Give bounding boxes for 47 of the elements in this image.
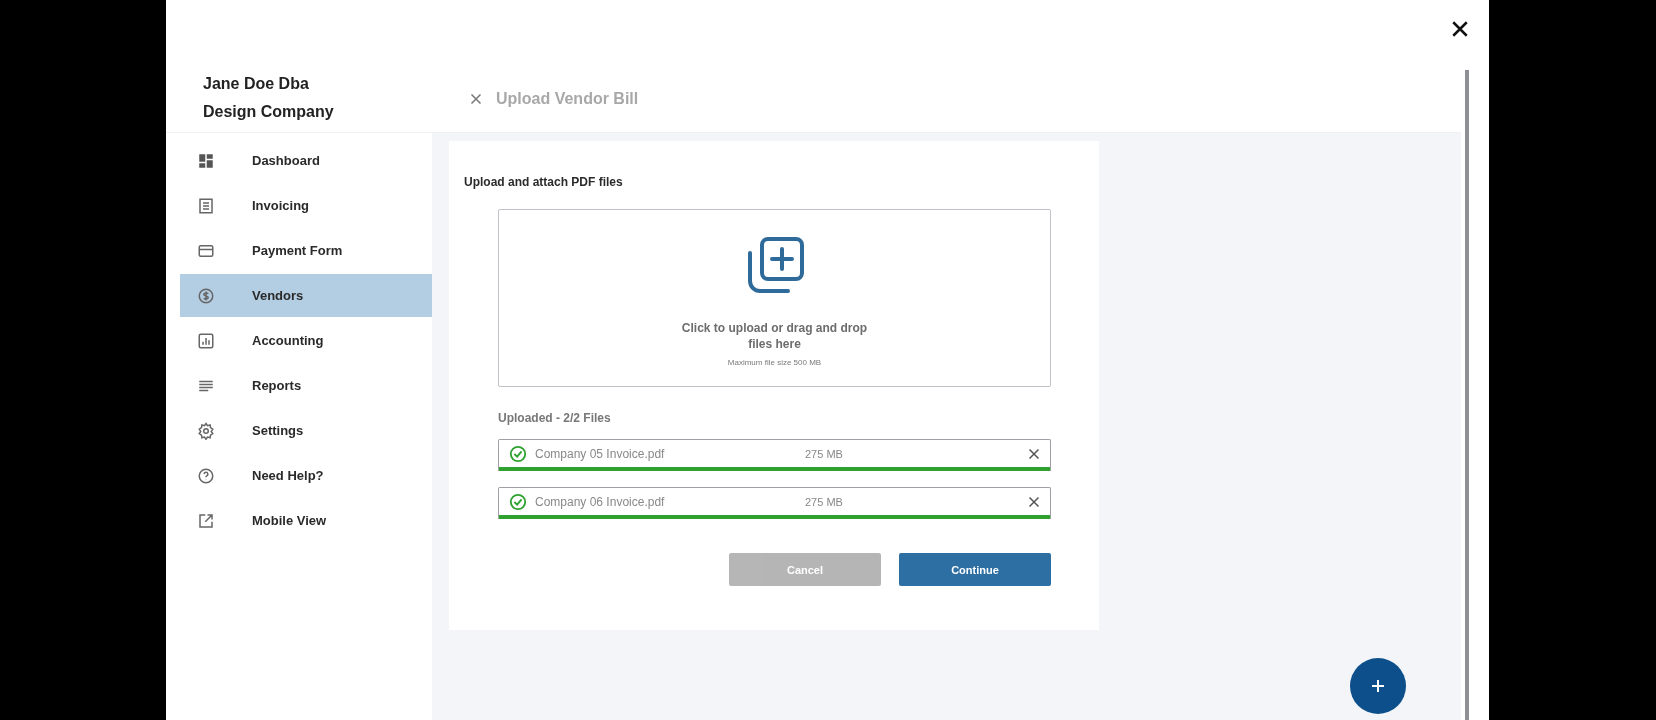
close-icon — [470, 93, 482, 105]
remove-file-button[interactable] — [1028, 447, 1040, 460]
sidebar-item[interactable]: Vendors — [180, 274, 432, 317]
sidebar-item[interactable]: Reports — [180, 364, 432, 407]
close-icon — [1028, 495, 1040, 508]
close-button[interactable] — [1451, 20, 1469, 38]
remove-file-button[interactable] — [1028, 495, 1040, 508]
sidebar-item[interactable]: Settings — [180, 409, 432, 452]
file-size: 275 MB — [805, 447, 844, 460]
help-icon — [197, 466, 215, 485]
file-size: 275 MB — [805, 495, 844, 508]
file-name: Company 05 Invoice.pdf — [535, 446, 666, 461]
file-name: Company 06 Invoice.pdf — [535, 494, 666, 509]
page-title: Upload Vendor Bill — [496, 90, 639, 108]
continue-button[interactable]: Continue — [899, 553, 1051, 586]
sidebar-item-label: Payment Form — [252, 243, 343, 258]
sidebar-item[interactable]: Accounting — [180, 319, 432, 362]
sidebar-item[interactable]: Dashboard — [180, 139, 432, 182]
plus-icon — [1370, 678, 1386, 694]
card-title: Upload and attach PDF files — [464, 175, 624, 189]
bar-chart-icon — [197, 331, 215, 350]
settings-icon — [197, 421, 215, 440]
sidebar-item-label: Reports — [252, 378, 302, 393]
close-icon — [1451, 20, 1469, 38]
sidebar-item[interactable]: Payment Form — [180, 229, 432, 272]
sidebar-item-label: Dashboard — [252, 153, 320, 168]
file-size-hint: Maximum file size 500 MB — [727, 358, 822, 367]
sidebar-item-label: Invoicing — [252, 198, 310, 213]
sidebar-item[interactable]: Need Help? — [180, 454, 432, 497]
uploaded-count: Uploaded - 2/2 Files — [498, 411, 612, 425]
external-link-icon — [197, 511, 215, 530]
sidebar-item[interactable]: Mobile View — [180, 499, 432, 542]
sidebar-item-label: Vendors — [252, 288, 304, 303]
sidebar-item-label: Settings — [252, 423, 304, 438]
upload-instructions: Click to upload or drag and drop files here — [680, 320, 869, 352]
document-icon — [197, 196, 215, 215]
sidebar-item-label: Mobile View — [252, 513, 327, 528]
close-icon — [1028, 447, 1040, 460]
dollar-icon — [197, 286, 215, 305]
sidebar-item[interactable]: Invoicing — [180, 184, 432, 227]
sidebar-item-label: Need Help? — [252, 468, 324, 483]
company-name: Jane Doe Dba — [203, 74, 310, 94]
scrollbar[interactable] — [1465, 70, 1469, 720]
upload-dropzone[interactable]: Click to upload or drag and drop files here Maximum file size 500 MB — [498, 209, 1051, 387]
dashboard-icon — [197, 151, 215, 170]
company-name: Design Company — [203, 102, 335, 122]
sidebar-item-label: Accounting — [252, 333, 324, 348]
